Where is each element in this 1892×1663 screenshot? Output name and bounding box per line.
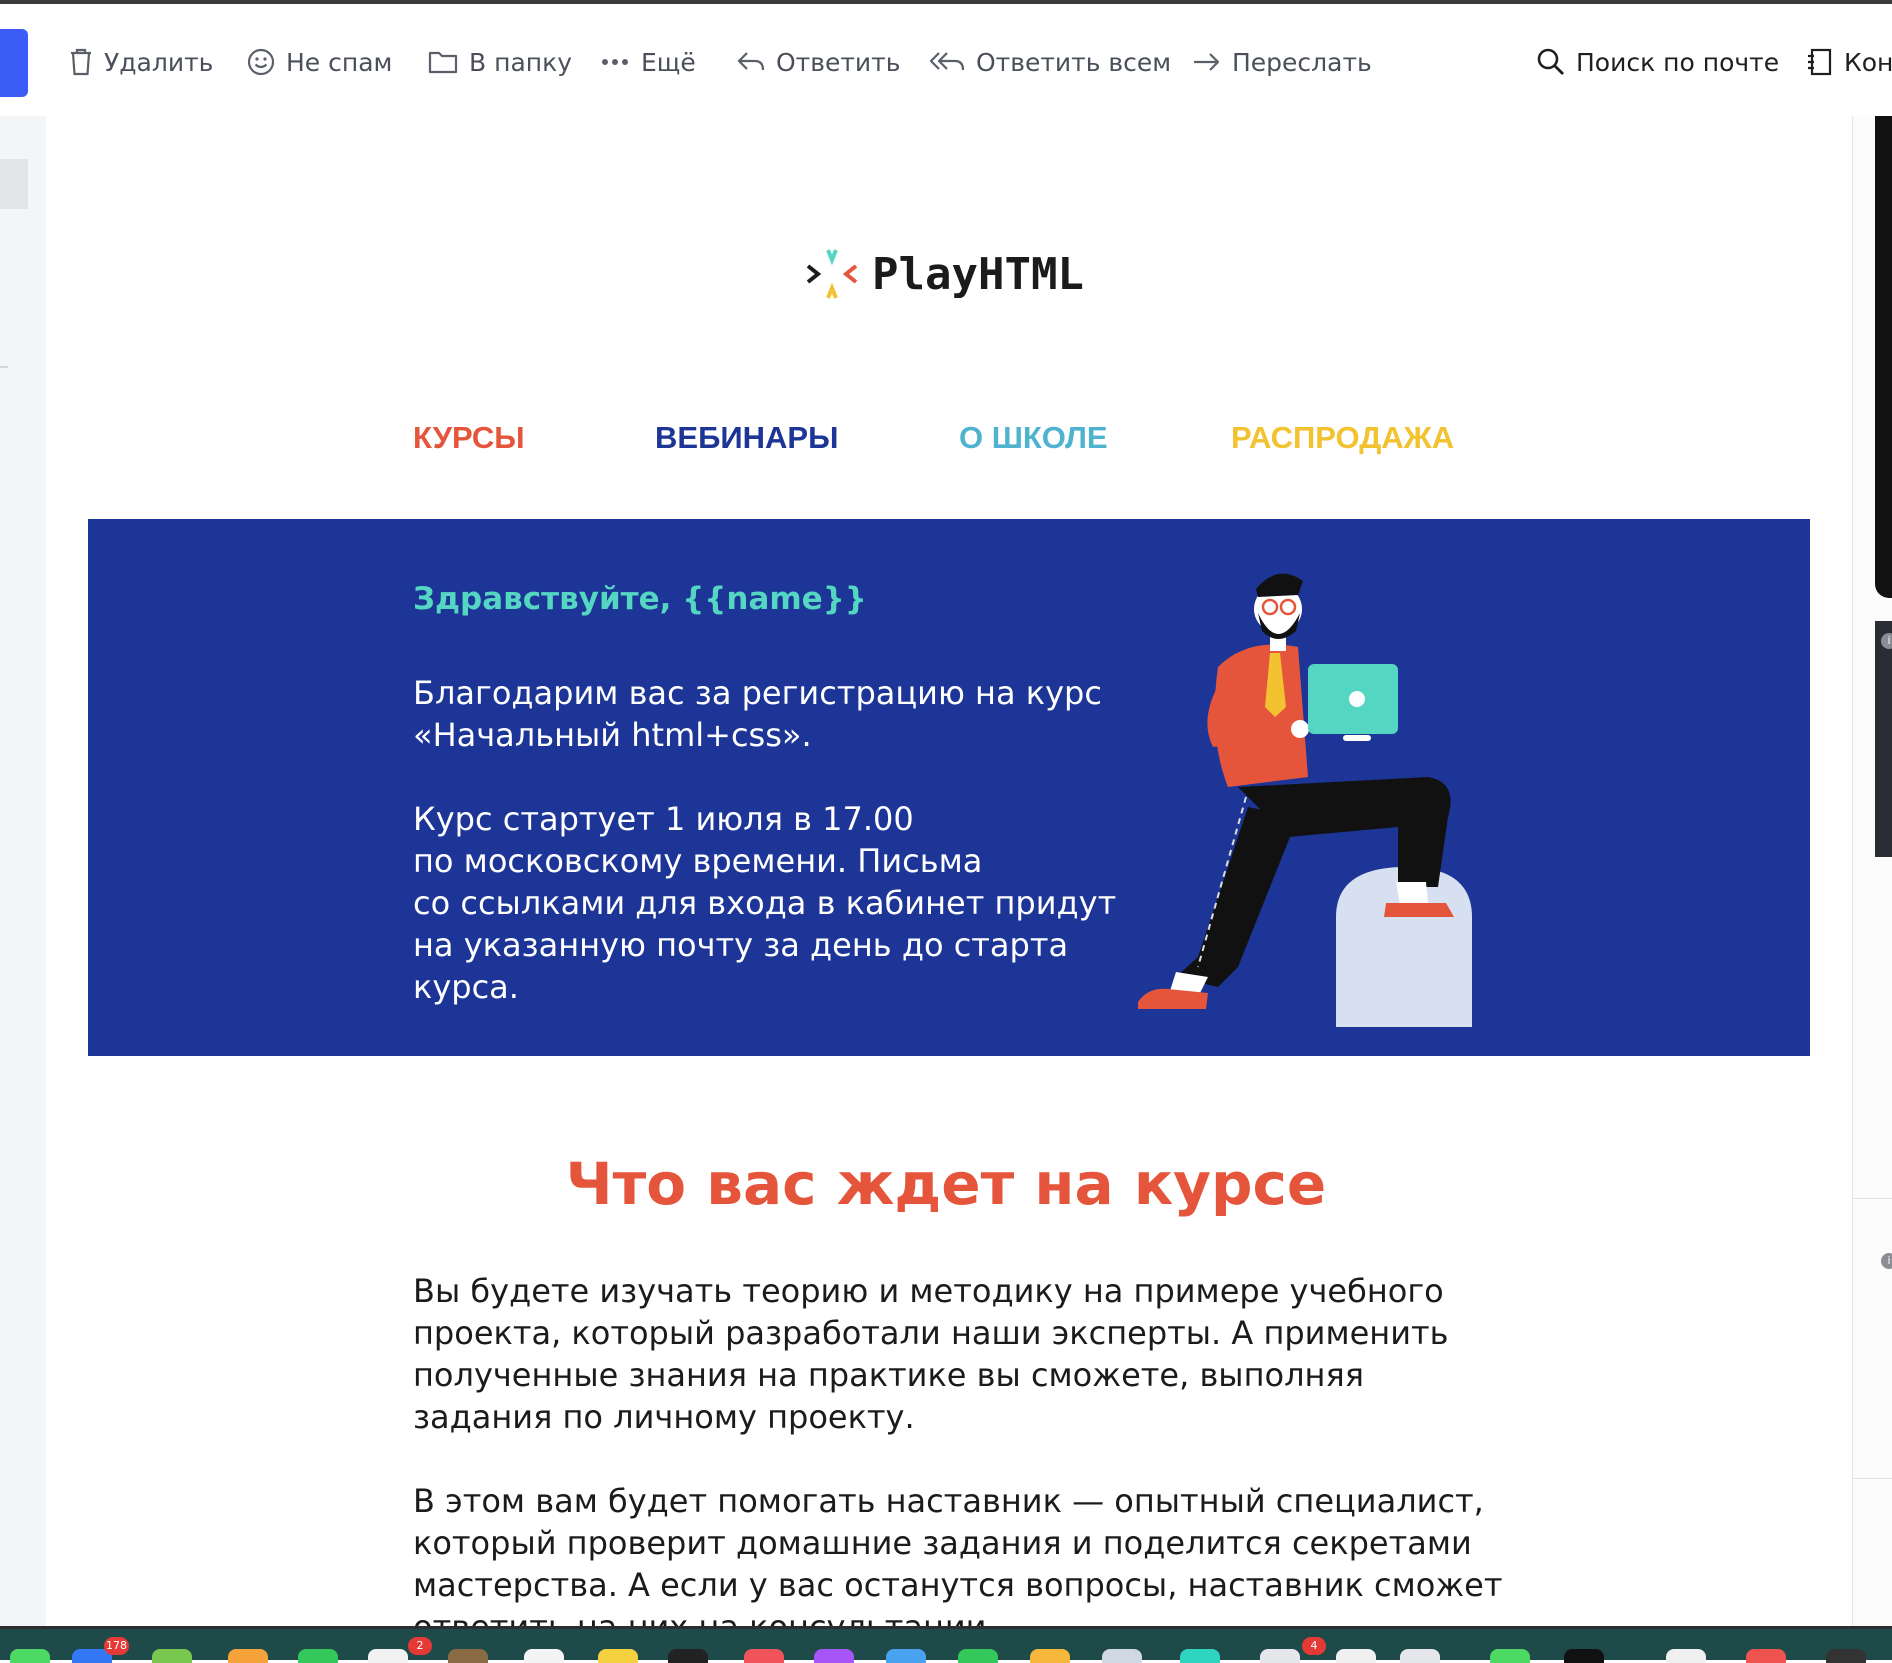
- app-icon[interactable]: [1666, 1649, 1706, 1663]
- text-line: проекта, который разработали наши экспер…: [413, 1314, 1449, 1352]
- delete-button[interactable]: Удалить: [68, 40, 213, 84]
- ad-banner[interactable]: [1875, 116, 1892, 598]
- section-title: Что вас ждет на курсе: [565, 1150, 1327, 1218]
- podcasts-app-icon[interactable]: [814, 1649, 854, 1663]
- trash-icon: [71, 48, 91, 76]
- app-icon[interactable]: [1564, 1649, 1604, 1663]
- ad-banner[interactable]: [1875, 621, 1892, 857]
- text-line: Курс стартует 1 июля в 17.00: [413, 800, 914, 838]
- maps-app-icon[interactable]: [152, 1649, 192, 1663]
- nav-link-courses[interactable]: КУРСЫ: [413, 420, 525, 464]
- app-icon[interactable]: [448, 1649, 488, 1663]
- calendar-app-icon[interactable]: [368, 1649, 408, 1663]
- text-line: В этом вам будет помогать наставник — оп…: [413, 1482, 1484, 1520]
- app-icon[interactable]: [1746, 1649, 1786, 1663]
- photos-app-icon[interactable]: [228, 1649, 268, 1663]
- selected-folder-highlight[interactable]: [0, 159, 28, 209]
- app-icon[interactable]: [1030, 1649, 1070, 1663]
- nav-link-label: РАСПРОДАЖА: [1231, 420, 1455, 455]
- text-line: по московскому времени. Письма: [413, 842, 983, 880]
- not-spam-button[interactable]: Не спам: [246, 40, 392, 84]
- greeting-text: Здравствуйте, {{name}}: [413, 581, 867, 617]
- text-line: «Начальный html+css».: [413, 716, 812, 754]
- mentor-paragraph: В этом вам будет помогать наставник — оп…: [413, 1480, 1502, 1648]
- more-button[interactable]: Ещё: [601, 40, 696, 84]
- messages-app-icon[interactable]: [298, 1649, 338, 1663]
- app-icon[interactable]: [1102, 1649, 1142, 1663]
- reply-all-icon: [929, 52, 965, 71]
- calendar-badge: 2: [408, 1637, 432, 1655]
- folder-sidebar-edge: [0, 116, 46, 1626]
- move-to-folder-button[interactable]: В папку: [427, 40, 572, 84]
- man-with-laptop-illustration: [1138, 573, 1472, 1027]
- move-to-folder-label: В папку: [469, 47, 573, 77]
- nav-link-about-school[interactable]: О ШКОЛЕ: [959, 420, 1108, 464]
- compose-button-edge[interactable]: [0, 29, 28, 97]
- unread-badge: 178: [104, 1637, 129, 1655]
- app-icon[interactable]: [1336, 1649, 1376, 1663]
- nav-link-label: О ШКОЛЕ: [959, 420, 1108, 455]
- app-icon[interactable]: [1400, 1649, 1440, 1663]
- right-ad-panel: i i: [1852, 116, 1892, 1626]
- ad-info-icon[interactable]: i: [1881, 1253, 1892, 1269]
- app-store-icon[interactable]: [886, 1649, 926, 1663]
- playhtml-logo[interactable]: PlayHTML: [806, 248, 1084, 300]
- search-mail-button[interactable]: Поиск по почте: [1536, 40, 1779, 84]
- forward-button[interactable]: Переслать: [1192, 40, 1372, 84]
- text-line: Благодарим вас за регистрацию на курс: [413, 674, 1102, 712]
- text-line: полученные знания на практике вы сможете…: [413, 1356, 1364, 1394]
- delete-label: Удалить: [104, 47, 214, 77]
- contacts-button[interactable]: Кон: [1806, 40, 1892, 84]
- text-line: который проверит домашние задания и поде…: [413, 1524, 1472, 1562]
- reply-button[interactable]: Ответить: [736, 40, 900, 84]
- music-app-icon[interactable]: [744, 1649, 784, 1663]
- course-start-text: Курс стартует 1 июля в 17.00 по московск…: [413, 798, 1116, 1008]
- folder-icon: [428, 51, 458, 74]
- smile-icon: [247, 48, 275, 76]
- sidebar-divider: [0, 366, 8, 368]
- text-line: курса.: [413, 968, 519, 1006]
- playhtml-logo-icon: [806, 249, 858, 299]
- mail-toolbar: Удалить Не спам В папку Ещё Ответить Отв…: [0, 4, 1892, 116]
- hero-banner: Здравствуйте, {{name}} Благодарим вас за…: [88, 519, 1810, 1056]
- reply-label: Ответить: [776, 47, 901, 77]
- app-icon[interactable]: [524, 1649, 564, 1663]
- nav-link-label: КУРСЫ: [413, 420, 525, 455]
- reply-all-button[interactable]: Ответить всем: [928, 40, 1171, 84]
- trash-app-icon[interactable]: [1826, 1649, 1866, 1663]
- ad-info-icon[interactable]: i: [1881, 633, 1892, 649]
- search-icon: [1537, 48, 1564, 75]
- text-line: Вы будете изучать теорию и методику на п…: [413, 1272, 1444, 1310]
- app-icon[interactable]: [1180, 1649, 1220, 1663]
- nav-link-webinars[interactable]: ВЕБИНАРЫ: [655, 420, 838, 464]
- contacts-book-icon: [1808, 48, 1832, 76]
- forward-arrow-icon: [1194, 53, 1220, 71]
- reply-all-label: Ответить всем: [976, 47, 1172, 77]
- app-icon[interactable]: [1490, 1649, 1530, 1663]
- reply-icon: [737, 52, 765, 71]
- registration-thanks-text: Благодарим вас за регистрацию на курс «Н…: [413, 672, 1102, 756]
- notes-app-icon[interactable]: [598, 1649, 638, 1663]
- macos-dock: 178 2 4: [0, 1626, 1892, 1663]
- chrome-app-icon[interactable]: [1260, 1649, 1300, 1663]
- text-line: мастерства. А если у вас останутся вопро…: [413, 1566, 1503, 1604]
- nav-link-label: ВЕБИНАРЫ: [655, 420, 839, 455]
- search-mail-label: Поиск по почте: [1576, 47, 1780, 77]
- not-spam-label: Не спам: [286, 47, 393, 77]
- more-label: Ещё: [641, 47, 696, 77]
- contacts-label: Кон: [1844, 47, 1892, 77]
- terminal-app-icon[interactable]: [668, 1649, 708, 1663]
- nav-link-sale[interactable]: РАСПРОДАЖА: [1231, 420, 1454, 464]
- more-dots-icon: [602, 59, 628, 65]
- notification-badge: 4: [1302, 1637, 1326, 1655]
- text-line: на указанную почту за день до старта: [413, 926, 1069, 964]
- course-description-paragraph: Вы будете изучать теорию и методику на п…: [413, 1270, 1449, 1438]
- app-icon[interactable]: [10, 1649, 50, 1663]
- divider: [1853, 1478, 1892, 1479]
- forward-label: Переслать: [1232, 47, 1372, 77]
- text-line: задания по личному проекту.: [413, 1398, 915, 1436]
- app-icon[interactable]: [958, 1649, 998, 1663]
- logo-text: PlayHTML: [872, 248, 1084, 300]
- text-line: со ссылками для входа в кабинет придут: [413, 884, 1117, 922]
